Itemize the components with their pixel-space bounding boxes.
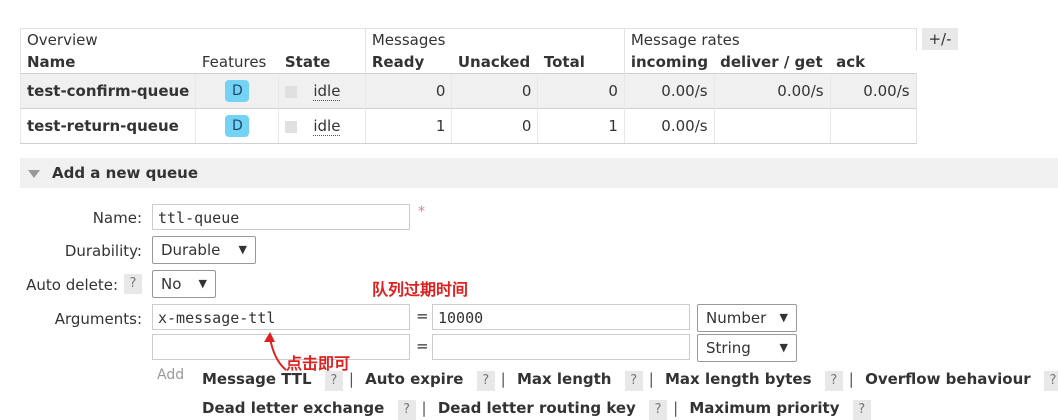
col-name[interactable]: Name: [19, 51, 196, 74]
ack-rate: 0.00/s: [829, 73, 917, 109]
col-features: Features: [201, 53, 267, 71]
deliver-rate: [713, 108, 831, 144]
total-count: 0: [537, 73, 625, 109]
hint-max-length[interactable]: Max length: [517, 370, 612, 388]
auto-delete-select[interactable]: No ▼: [152, 270, 216, 298]
collapse-triangle-icon: [28, 170, 40, 178]
help-icon[interactable]: ?: [476, 371, 495, 391]
col-ready[interactable]: Ready: [364, 51, 452, 74]
equals-sign: =: [416, 307, 429, 325]
unacked-count: 0: [451, 73, 538, 109]
hint-auto-expire[interactable]: Auto expire: [365, 370, 463, 388]
help-icon[interactable]: ?: [1043, 371, 1058, 391]
hint-overflow-behaviour[interactable]: Overflow behaviour: [865, 370, 1031, 388]
columns-toggle-button[interactable]: +/-: [922, 28, 958, 50]
argument-key-input[interactable]: x-message-ttl: [152, 304, 410, 330]
deliver-rate: 0.00/s: [713, 73, 831, 109]
argument-type-select[interactable]: String ▼: [697, 334, 797, 362]
group-messages: Messages: [364, 28, 625, 51]
name-label: Name:: [92, 209, 142, 227]
durability-select[interactable]: Durable ▼: [152, 236, 256, 264]
equals-sign: =: [416, 337, 429, 355]
argument-type-value: Number: [706, 309, 767, 327]
table-row: test-confirm-queue D idle 0 0 0 0.00/s 0…: [19, 73, 917, 109]
hints-line-2: Dead letter exchange ? | Dead letter rout…: [202, 399, 871, 420]
help-icon[interactable]: ?: [124, 274, 142, 294]
hints-line-1: Message TTL ? | Auto expire ? | Max length…: [202, 370, 1058, 391]
add-argument-label: Add: [157, 367, 185, 383]
durable-badge: D: [225, 80, 250, 102]
col-unacked[interactable]: Unacked: [452, 51, 538, 74]
group-message-rates: Message rates: [623, 28, 917, 51]
state-icon: [285, 120, 298, 133]
auto-delete-value: No: [161, 275, 182, 293]
help-icon[interactable]: ?: [324, 371, 343, 391]
state-label: idle: [313, 82, 341, 101]
auto-delete-label: Auto delete:: [26, 276, 118, 294]
arguments-label: Arguments:: [54, 310, 142, 328]
durable-badge: D: [225, 115, 250, 137]
col-incoming[interactable]: incoming: [623, 51, 715, 74]
hint-dead-letter-routing-key[interactable]: Dead letter routing key: [438, 399, 636, 417]
hint-maximum-priority[interactable]: Maximum priority: [689, 399, 839, 417]
queues-table: Overview Messages Message rates Name Fea…: [19, 28, 917, 144]
help-icon[interactable]: ?: [624, 371, 643, 391]
argument-value-input[interactable]: 10000: [432, 304, 690, 330]
col-total[interactable]: Total: [538, 51, 625, 74]
ttl-annotation: 队列过期时间: [372, 280, 469, 299]
state-icon: [285, 85, 298, 98]
argument-type-value: String: [706, 339, 751, 357]
durability-label: Durability:: [64, 242, 142, 260]
argument-type-select[interactable]: Number ▼: [697, 304, 797, 332]
help-icon[interactable]: ?: [397, 400, 416, 420]
incoming-rate: 0.00/s: [623, 108, 715, 144]
name-input[interactable]: ttl-queue: [152, 204, 410, 230]
help-icon[interactable]: ?: [852, 400, 871, 420]
hint-max-length-bytes[interactable]: Max length bytes: [665, 370, 812, 388]
help-icon[interactable]: ?: [649, 400, 668, 420]
queue-name-link[interactable]: test-return-queue: [19, 108, 196, 144]
ready-count: 1: [364, 108, 452, 144]
help-icon[interactable]: ?: [824, 371, 843, 391]
table-row: test-return-queue D idle 1 0 1 0.00/s: [19, 108, 917, 144]
add-queue-section-header[interactable]: Add a new queue: [20, 158, 1058, 188]
dropdown-arrow-icon: ▼: [198, 277, 207, 290]
hint-dead-letter-exchange[interactable]: Dead letter exchange: [202, 399, 384, 417]
queue-name-link[interactable]: test-confirm-queue: [19, 73, 196, 109]
ack-rate: [829, 108, 917, 144]
hint-message-ttl[interactable]: Message TTL: [202, 370, 312, 388]
dropdown-arrow-icon: ▼: [238, 243, 247, 256]
unacked-count: 0: [451, 108, 538, 144]
durability-value: Durable: [161, 241, 221, 259]
col-deliver-get[interactable]: deliver / get: [714, 51, 830, 74]
section-title: Add a new queue: [52, 164, 199, 182]
argument-value-input[interactable]: [432, 334, 690, 360]
dropdown-arrow-icon: ▼: [779, 311, 788, 324]
col-state[interactable]: State: [279, 51, 366, 74]
col-ack[interactable]: ack: [830, 51, 916, 74]
total-count: 1: [537, 108, 625, 144]
dropdown-arrow-icon: ▼: [779, 341, 788, 354]
state-label: idle: [313, 117, 341, 136]
incoming-rate: 0.00/s: [623, 73, 715, 109]
group-overview: Overview: [20, 28, 366, 51]
ready-count: 0: [364, 73, 452, 109]
required-mark: *: [418, 204, 425, 220]
